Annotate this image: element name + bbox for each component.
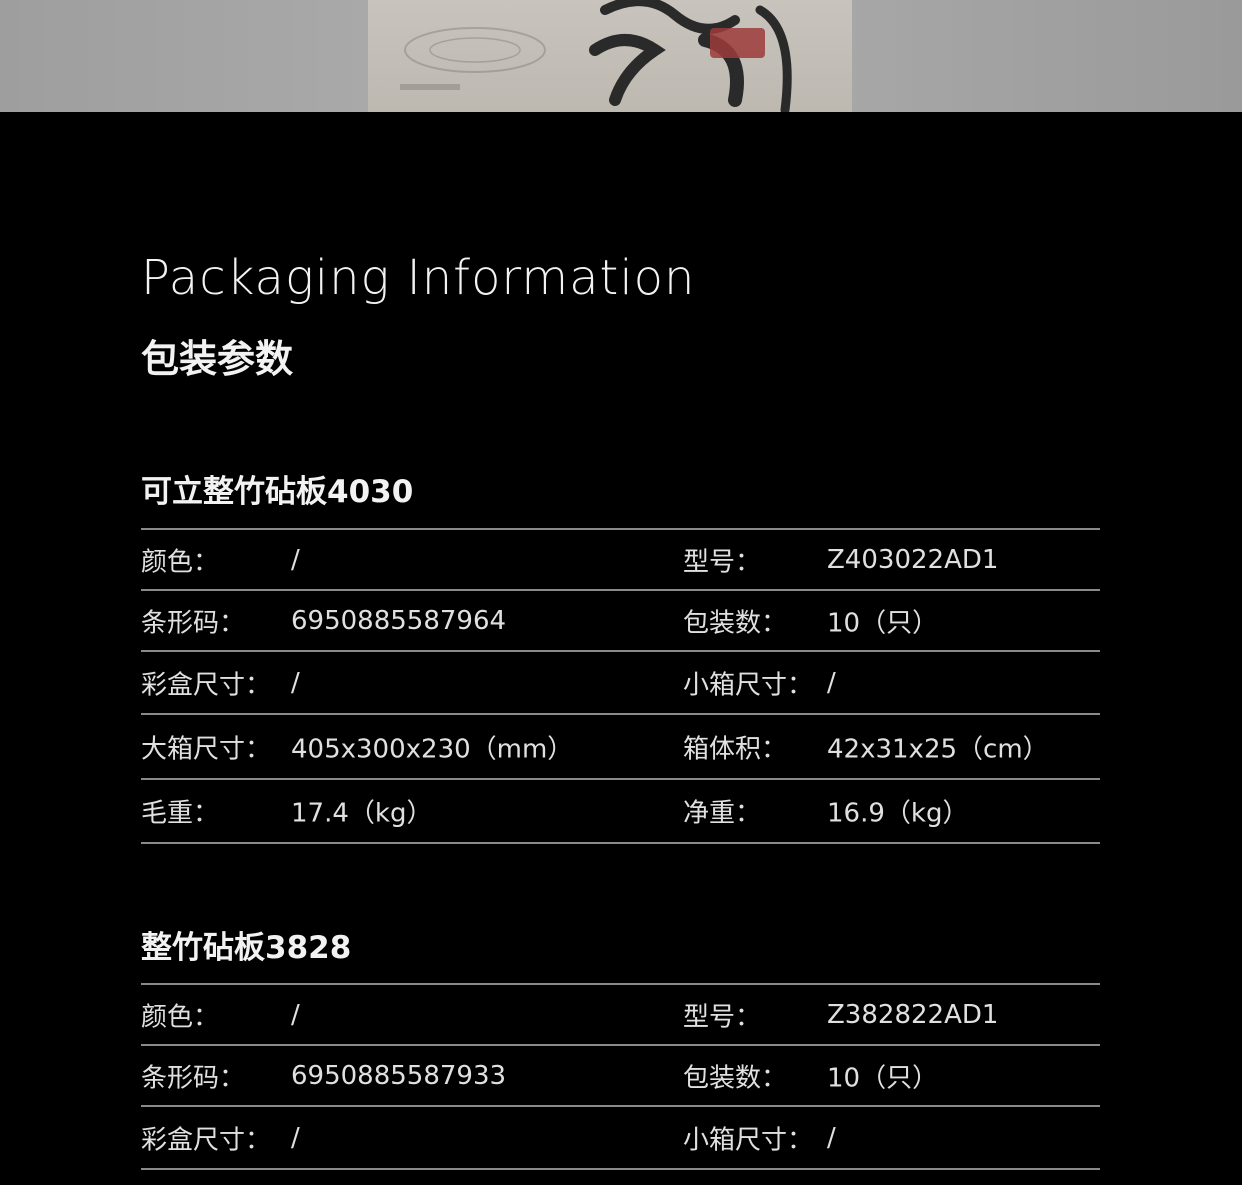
section-title: 可立整竹砧板4030: [141, 474, 414, 510]
spec-label: 净重：: [683, 798, 762, 829]
spec-table: 颜色： / 型号： Z382822AD1 条形码： 6950885587933 …: [141, 983, 1100, 1170]
spec-label: 彩盒尺寸：: [141, 670, 272, 700]
box-print-illustration: [400, 27, 546, 90]
spec-label: 颜色：: [141, 547, 220, 577]
spec-label: 型号：: [683, 547, 762, 577]
spec-table: 颜色： / 型号： Z403022AD1 条形码： 6950885587964 …: [141, 528, 1100, 844]
spec-value: /: [291, 1122, 300, 1153]
spec-value: 405x300x230（mm）: [291, 734, 574, 764]
spec-value: /: [827, 1122, 836, 1153]
spec-value: 10（只）: [827, 1063, 939, 1093]
spec-value: 6950885587933: [291, 1060, 507, 1091]
spec-row: 彩盒尺寸： / 小箱尺寸： /: [141, 652, 1100, 715]
spec-label: 颜色：: [141, 1002, 220, 1032]
spec-row: 彩盒尺寸： / 小箱尺寸： /: [141, 1107, 1100, 1170]
spec-row: 大箱尺寸： 405x300x230（mm） 箱体积： 42x31x25（cm）: [141, 715, 1100, 780]
calligraphy-logo-image: [589, 0, 792, 112]
spec-label: 大箱尺寸：: [141, 734, 272, 764]
spec-value: 6950885587964: [291, 605, 507, 636]
spec-label: 箱体积：: [683, 734, 788, 764]
spec-label: 小箱尺寸：: [683, 1125, 814, 1155]
spec-label: 型号：: [683, 1002, 762, 1032]
spec-label: 条形码：: [141, 608, 246, 638]
spec-row: 毛重： 17.4（kg） 净重： 16.9（kg）: [141, 780, 1100, 844]
spec-label: 小箱尺寸：: [683, 670, 814, 700]
spec-row: 颜色： / 型号： Z382822AD1: [141, 985, 1100, 1046]
page-title: Packaging Information: [141, 250, 696, 306]
spec-row: 条形码： 6950885587933 包装数： 10（只）: [141, 1046, 1100, 1107]
spec-value: Z403022AD1: [827, 544, 999, 575]
spec-label: 毛重：: [141, 798, 220, 829]
section-title: 整竹砧板3828: [141, 930, 352, 966]
spec-value: 10（只）: [827, 608, 939, 638]
spec-value: Z382822AD1: [827, 999, 999, 1030]
spec-value: /: [291, 544, 300, 575]
spec-row: 颜色： / 型号： Z403022AD1: [141, 530, 1100, 591]
spec-value: 42x31x25（cm）: [827, 734, 1049, 764]
spec-label: 包装数：: [683, 1063, 788, 1093]
spec-label: 包装数：: [683, 608, 788, 638]
spec-label: 条形码：: [141, 1063, 246, 1093]
product-banner-image: [0, 0, 1242, 112]
spec-value: 17.4（kg）: [291, 798, 433, 829]
spec-value: 16.9（kg）: [827, 798, 969, 829]
spec-value: /: [291, 667, 300, 698]
page-subtitle: 包装参数: [141, 337, 294, 381]
spec-value: /: [291, 999, 300, 1030]
spec-row: 条形码： 6950885587964 包装数： 10（只）: [141, 591, 1100, 652]
spec-label: 彩盒尺寸：: [141, 1125, 272, 1155]
spec-value: /: [827, 667, 836, 698]
